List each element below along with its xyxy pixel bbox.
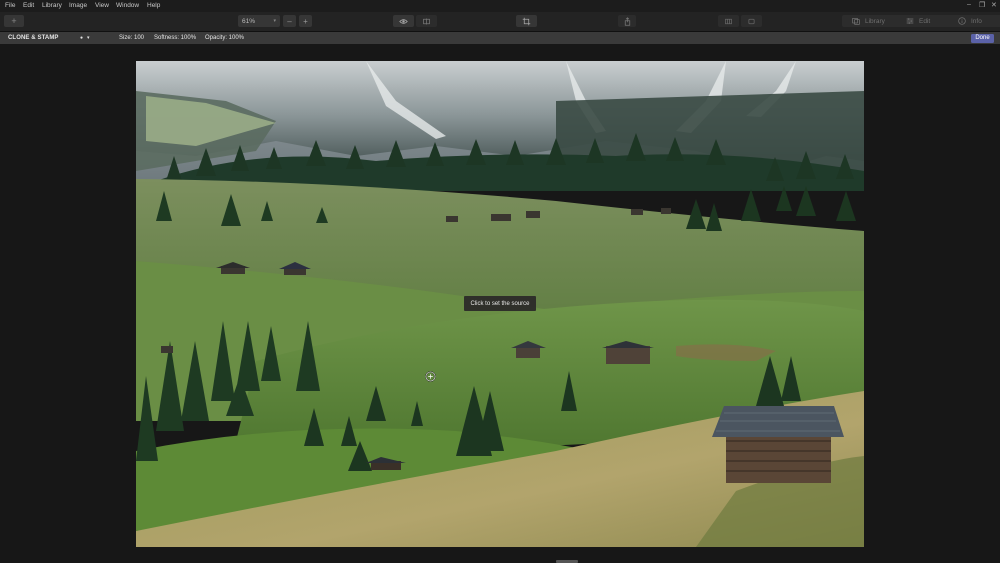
edit-tab-label: Edit [919,17,931,25]
chevron-down-icon[interactable]: ▾ [87,35,90,41]
clone-brush-cursor-icon [425,371,436,382]
softness-setting[interactable]: Softness: 100% [154,35,196,41]
zoom-value: 61% [242,17,256,25]
share-icon [624,16,630,26]
zoom-out-button[interactable]: – [283,15,296,27]
tool-options-bar: CLONE & STAMP ● ▾ Size: 100 Softness: 10… [0,32,1000,44]
size-setting[interactable]: Size: 100 [119,35,144,41]
library-icon [852,18,860,25]
sliders-icon [906,18,914,24]
single-view-icon [748,18,755,24]
grid-view-button[interactable] [718,15,739,27]
single-view-button[interactable] [741,15,762,27]
zoom-dropdown[interactable]: 61% ▾ [238,15,280,27]
plus-icon: + [303,16,308,26]
main-toolbar: + 61% ▾ – + Library Edit Info [0,12,1000,32]
menu-image[interactable]: Image [69,2,87,9]
tool-mode-dot[interactable]: ● [80,35,83,41]
eye-icon [399,18,408,24]
library-tab[interactable]: Library [842,15,902,27]
chevron-down-icon: ▾ [273,18,276,24]
minimize-button[interactable]: – [967,1,971,8]
compare-button[interactable] [416,15,437,27]
zoom-in-button[interactable]: + [299,15,312,27]
info-tab[interactable]: Info [948,15,1000,27]
minus-icon: – [287,16,292,26]
crop-icon [522,17,531,25]
grid-view-icon [725,18,732,24]
menu-window[interactable]: Window [116,2,139,9]
menu-library[interactable]: Library [42,2,62,9]
compare-icon [423,18,430,24]
close-button[interactable]: ✕ [991,1,997,9]
menu-view[interactable]: View [95,2,109,9]
done-button[interactable]: Done [971,33,994,43]
crop-button[interactable] [516,15,537,27]
add-button[interactable]: + [4,15,24,27]
menu-file[interactable]: File [5,2,15,9]
edit-tab[interactable]: Edit [896,15,954,27]
menu-edit[interactable]: Edit [23,2,34,9]
share-button[interactable] [618,15,636,27]
source-tooltip: Click to set the source [464,296,536,311]
menu-help[interactable]: Help [147,2,160,9]
library-tab-label: Library [865,17,885,25]
info-tab-label: Info [971,17,982,25]
opacity-setting[interactable]: Opacity: 100% [205,35,244,41]
plus-icon: + [11,16,17,26]
tool-name: CLONE & STAMP [8,34,59,41]
info-icon [958,17,966,25]
preview-button[interactable] [393,15,414,27]
menu-bar: File Edit Library Image View Window Help… [0,0,1000,12]
restore-button[interactable]: ❐ [979,1,985,9]
